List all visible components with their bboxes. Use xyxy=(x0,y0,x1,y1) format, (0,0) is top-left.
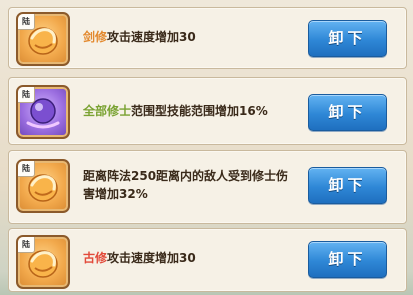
gold-egg-icon: 陆 xyxy=(16,235,70,289)
unequip-button[interactable]: 卸下 xyxy=(308,20,387,57)
unequip-button[interactable]: 卸下 xyxy=(308,167,387,204)
list-item: 陆 剑修攻击速度增加30 卸下 xyxy=(8,7,407,69)
list-item: 陆 全部修士范围型技能范围增加16% 卸下 xyxy=(8,77,407,145)
equipped-formation-list: 陆 剑修攻击速度增加30 卸下 陆 全部修士范围型技能范围增加16% 卸下 陆 … xyxy=(0,0,413,295)
effect-text: 距离阵法250距离内的敌人受到修士伤害增加32% xyxy=(83,167,299,203)
list-item: 陆 古修攻击速度增加30 卸下 xyxy=(8,228,407,292)
land-tag: 陆 xyxy=(18,161,35,177)
effect-text: 古修攻击速度增加30 xyxy=(83,249,299,267)
effect-description: 距离阵法250距离内的敌人受到修士伤害增加32% xyxy=(83,169,289,201)
effect-description: 攻击速度增加30 xyxy=(107,30,196,44)
effect-text: 全部修士范围型技能范围增加16% xyxy=(83,102,299,120)
effect-description: 范围型技能范围增加16% xyxy=(131,104,268,118)
effect-text: 剑修攻击速度增加30 xyxy=(83,28,299,46)
land-tag: 陆 xyxy=(18,237,35,253)
target-name: 剑修 xyxy=(83,30,108,44)
unequip-button[interactable]: 卸下 xyxy=(308,241,387,278)
land-tag: 陆 xyxy=(18,87,35,103)
effect-description: 攻击速度增加30 xyxy=(107,251,196,265)
list-item: 陆 距离阵法250距离内的敌人受到修士伤害增加32% 卸下 xyxy=(8,150,407,224)
target-name: 古修 xyxy=(83,251,108,265)
gold-egg-icon: 陆 xyxy=(16,12,70,66)
unequip-button[interactable]: 卸下 xyxy=(308,94,387,131)
land-tag: 陆 xyxy=(18,14,35,30)
target-name: 全部修士 xyxy=(83,104,132,118)
purple-orb-icon: 陆 xyxy=(16,85,70,139)
gold-egg-icon: 陆 xyxy=(16,159,70,213)
